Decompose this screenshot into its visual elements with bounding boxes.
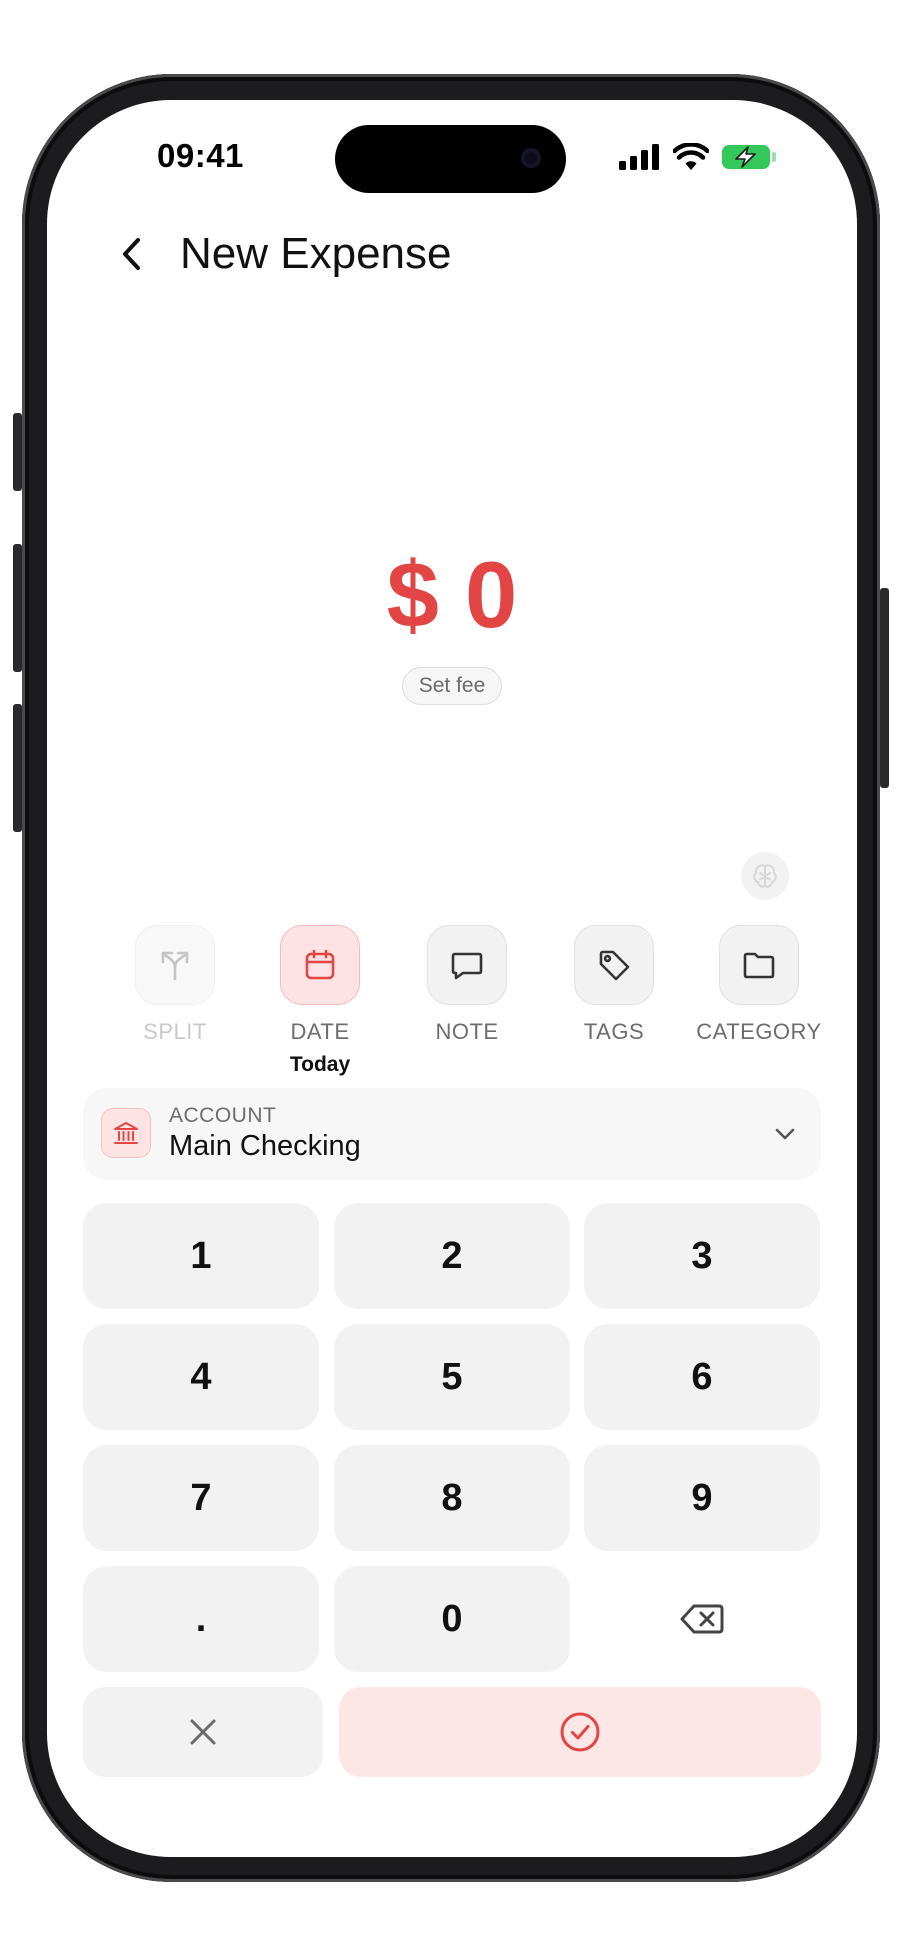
chevron-down-icon <box>767 1116 803 1152</box>
account-icon-box <box>101 1108 151 1158</box>
battery-charging-icon <box>722 145 776 169</box>
folder-icon <box>743 952 775 979</box>
tags-action-box[interactable] <box>574 925 654 1005</box>
front-camera <box>521 148 541 168</box>
key-0[interactable]: 0 <box>334 1566 570 1672</box>
cellular-signal-icon <box>619 144 659 170</box>
comment-icon <box>451 952 483 980</box>
close-icon <box>190 1719 216 1745</box>
key-1[interactable]: 1 <box>83 1203 319 1309</box>
split-label: SPLIT <box>143 1019 207 1044</box>
power-button <box>880 588 889 788</box>
key-2[interactable]: 2 <box>334 1203 570 1309</box>
note-action-box[interactable] <box>427 925 507 1005</box>
backspace-icon <box>680 1604 724 1634</box>
note-label: NOTE <box>435 1019 499 1044</box>
tag-icon <box>599 950 630 981</box>
date-action[interactable]: DATE Today <box>250 925 390 1077</box>
date-label: DATE <box>290 1019 350 1044</box>
bank-icon <box>114 1122 138 1144</box>
key-9[interactable]: 9 <box>584 1445 820 1551</box>
confirm-button[interactable] <box>339 1687 821 1777</box>
date-value: Today <box>289 1053 351 1076</box>
status-time: 09:41 <box>157 137 244 174</box>
split-action-box <box>135 925 215 1005</box>
key-8[interactable]: 8 <box>334 1445 570 1551</box>
key-5[interactable]: 5 <box>334 1324 570 1430</box>
split-arrow-icon <box>161 951 189 981</box>
page-title: New Expense <box>180 229 452 278</box>
key-7[interactable]: 7 <box>83 1445 319 1551</box>
category-action-box[interactable] <box>719 925 799 1005</box>
account-caption: ACCOUNT <box>169 1104 277 1127</box>
account-selector[interactable]: ACCOUNT Main Checking <box>83 1088 821 1180</box>
action-button <box>13 413 22 491</box>
volume-down-button <box>13 704 22 832</box>
set-fee-button[interactable]: Set fee <box>402 667 502 705</box>
key-6[interactable]: 6 <box>584 1324 820 1430</box>
note-action[interactable]: NOTE <box>397 925 537 1045</box>
screen: 09:41 New Expense $ 0 Set fee SPLIT DATE… <box>47 100 857 1857</box>
check-circle-icon <box>560 1712 600 1752</box>
cancel-button[interactable] <box>83 1687 323 1777</box>
key-decimal[interactable]: . <box>83 1566 319 1672</box>
chevron-left-icon <box>123 238 140 270</box>
category-label: CATEGORY <box>696 1019 822 1044</box>
split-action: SPLIT <box>105 925 245 1045</box>
tags-label: TAGS <box>583 1019 645 1044</box>
tags-action[interactable]: TAGS <box>544 925 684 1045</box>
key-4[interactable]: 4 <box>83 1324 319 1430</box>
date-action-box[interactable] <box>280 925 360 1005</box>
ai-assist-button[interactable] <box>741 852 789 900</box>
wifi-icon <box>673 143 709 170</box>
calendar-icon <box>305 949 335 980</box>
back-button[interactable] <box>102 224 162 284</box>
backspace-key[interactable] <box>584 1566 820 1672</box>
status-icons <box>619 142 777 172</box>
amount-display: $ 0 <box>386 542 518 647</box>
key-3[interactable]: 3 <box>584 1203 820 1309</box>
brain-icon <box>753 864 777 888</box>
category-action[interactable]: CATEGORY <box>689 925 829 1045</box>
account-name: Main Checking <box>169 1130 361 1162</box>
volume-up-button <box>13 544 22 672</box>
